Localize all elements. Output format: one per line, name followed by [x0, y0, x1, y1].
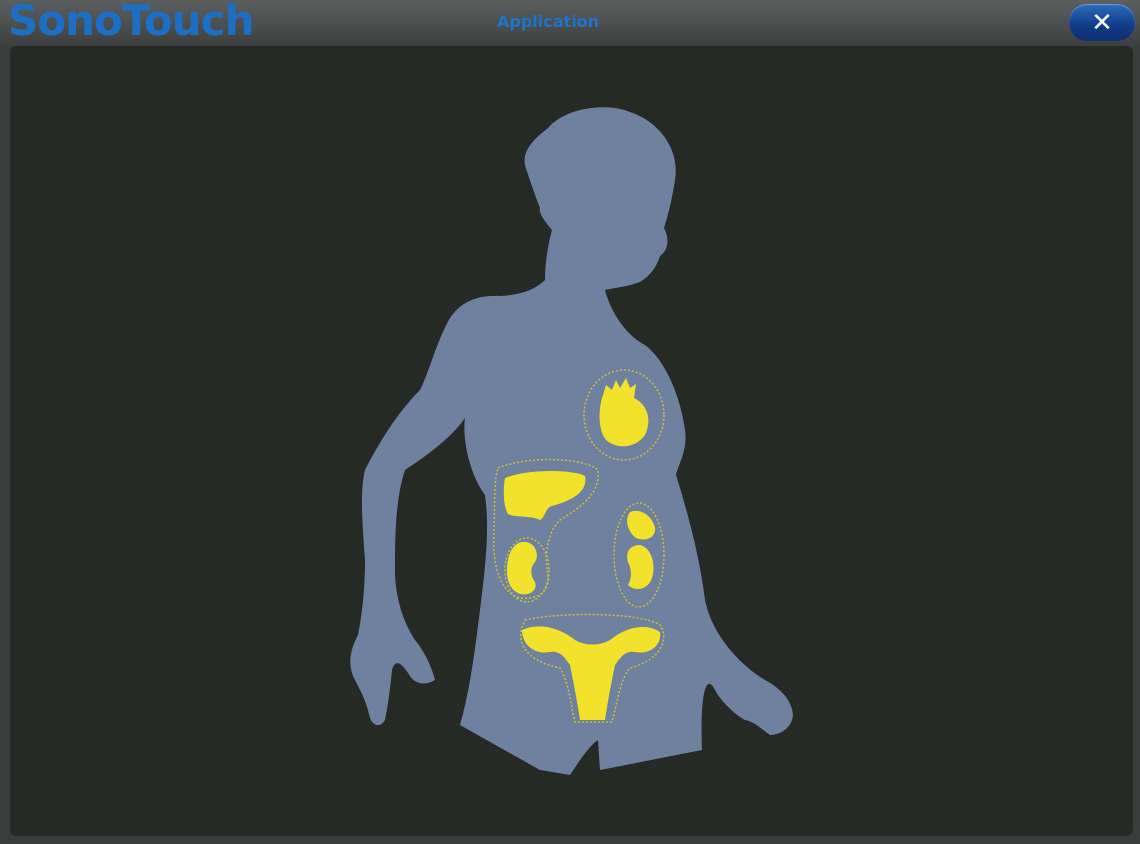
close-button[interactable]: ✕: [1069, 4, 1135, 41]
brand-logo: SonoTouch: [8, 0, 254, 45]
application-selector-panel: [10, 46, 1133, 836]
title-bar: SonoTouch Application ✕: [0, 0, 1140, 46]
body-map: [350, 107, 793, 775]
page-title: Application: [497, 12, 600, 31]
close-icon: ✕: [1091, 7, 1113, 38]
female-silhouette-icon: [350, 107, 793, 775]
